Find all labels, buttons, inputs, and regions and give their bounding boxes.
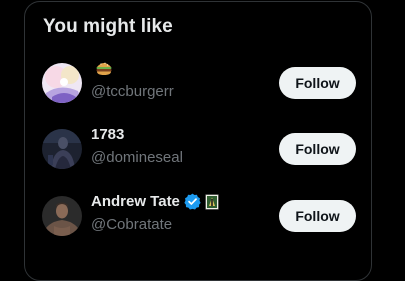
suggestion-row[interactable]: @tccburgerr Follow xyxy=(25,50,371,116)
display-name-text: Andrew Tate xyxy=(91,193,180,210)
display-name[interactable] xyxy=(91,60,113,76)
flag-icon xyxy=(205,193,219,210)
handle[interactable]: @Cobratate xyxy=(91,216,172,233)
burger-icon xyxy=(96,62,112,75)
suggestion-row[interactable]: Andrew Tate @Cobratate Follow xyxy=(25,183,371,249)
suggestion-row[interactable]: 1783 @domineseal Follow xyxy=(25,116,371,182)
card-title: You might like xyxy=(43,16,173,37)
handle[interactable]: @domineseal xyxy=(91,149,183,166)
handle[interactable]: @tccburgerr xyxy=(91,83,174,100)
who-to-follow-card: You might like @tccburgerr Follow 1783 @… xyxy=(24,1,372,281)
verified-badge-icon xyxy=(184,193,201,210)
display-name[interactable]: Andrew Tate xyxy=(91,193,219,210)
display-name[interactable]: 1783 xyxy=(91,126,124,143)
avatar[interactable] xyxy=(42,196,82,236)
avatar[interactable] xyxy=(42,63,82,103)
follow-button[interactable]: Follow xyxy=(279,133,356,165)
follow-button[interactable]: Follow xyxy=(279,67,356,99)
avatar[interactable] xyxy=(42,129,82,169)
follow-button[interactable]: Follow xyxy=(279,200,356,232)
dark-figure-avatar-icon xyxy=(42,129,82,169)
display-name-text: 1783 xyxy=(91,126,125,143)
person-photo-avatar-icon xyxy=(42,196,82,236)
pastel-illustration-avatar-icon xyxy=(42,63,82,103)
